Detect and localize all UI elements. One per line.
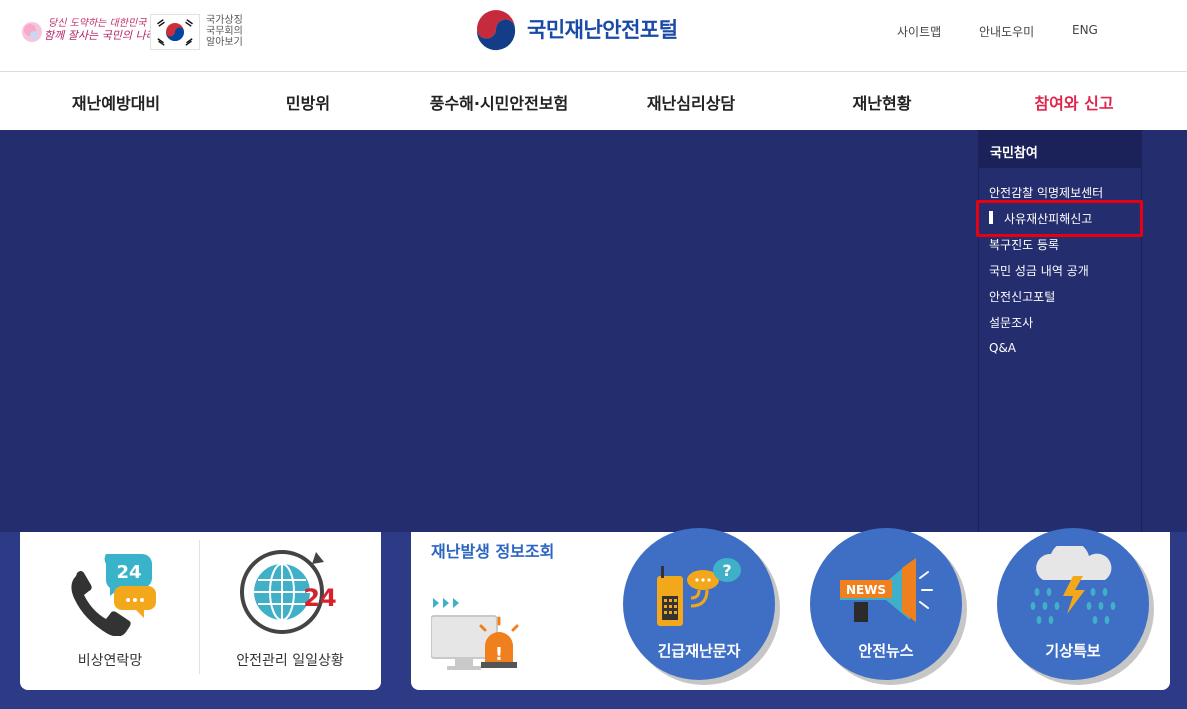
nav-disaster-counseling[interactable]: 재난심리상담 xyxy=(647,90,735,114)
circle-label: 긴급재난문자 xyxy=(657,642,741,660)
nav-disaster-prevention[interactable]: 재난예방대비 xyxy=(72,90,160,114)
emergency-contact-link[interactable]: 비상연락망 xyxy=(78,650,142,670)
government-logo-icon[interactable] xyxy=(474,9,518,53)
slogan-line-2: 함께 잘사는 국민의 나라 xyxy=(44,29,156,42)
nav-disaster-status[interactable]: 재난현황 xyxy=(853,90,912,114)
submenu-item-donation-disclosure[interactable]: 국민 성금 내역 공개 xyxy=(989,262,1089,279)
daily-safety-status-link[interactable]: 안전관리 일일상황 xyxy=(236,650,344,670)
submenu-item-safety-report-portal[interactable]: 안전신고포털 xyxy=(989,288,1055,305)
submenu-participation: 국민참여 안전감찰 익명제보센터 사유재산피해신고 복구진도 등록 국민 성금 … xyxy=(978,130,1142,532)
globe-24-icon: 24 xyxy=(240,550,337,634)
circle-label: 안전뉴스 xyxy=(858,642,914,660)
submenu-item-qna[interactable]: Q&A xyxy=(989,341,1016,355)
nav-storm-insurance[interactable]: 풍수해·시민안전보험 xyxy=(430,90,569,114)
svg-text:!: ! xyxy=(495,644,503,665)
emblem-text-line: 국가상징 xyxy=(206,15,243,26)
quick-links-card: 24 비상연락망 24 안전관리 일일상황 xyxy=(20,532,381,690)
svg-text:?: ? xyxy=(722,561,731,580)
submenu-item-survey[interactable]: 설문조사 xyxy=(989,314,1033,331)
megaphone-icon: NEWS xyxy=(840,558,933,622)
emblem-text-line: 알아보기 xyxy=(206,37,243,48)
government-slogan-logo[interactable]: 당신 도약하는 대한민국 함께 잘사는 국민의 나라 xyxy=(20,14,156,48)
submenu-heading-bar: 국민참여 xyxy=(979,130,1141,168)
national-symbol-link[interactable]: 국가상징 국무회의 알아보기 xyxy=(206,15,243,48)
disaster-info-title: 재난발생 정보조회 xyxy=(431,542,555,561)
circle-label: 기상특보 xyxy=(1045,642,1101,660)
english-link[interactable]: ENG xyxy=(1072,23,1098,37)
weather-warning-button[interactable]: 기상특보 xyxy=(997,528,1149,680)
slogan-swirl-icon xyxy=(22,22,42,42)
nav-participation-report[interactable]: 참여와 신고 xyxy=(1034,90,1113,114)
main-navigation: 재난예방대비 민방위 풍수해·시민안전보험 재난심리상담 재난현황 참여와 신고 xyxy=(0,72,1187,130)
emergency-disaster-sms-button[interactable]: ? 긴급재난문자 xyxy=(623,528,775,680)
radio-chat-icon: ? xyxy=(657,558,741,626)
taegukgi-icon xyxy=(157,19,193,46)
card-divider xyxy=(199,540,200,674)
phone-chat-icon: 24 xyxy=(71,554,156,636)
national-flag-emblem[interactable] xyxy=(150,14,200,50)
highlight-box xyxy=(976,200,1143,237)
nav-civil-defense[interactable]: 민방위 xyxy=(286,90,330,114)
disaster-info-card: 재난발생 정보조회 ! ? 긴급재난문자 NEWS 안전뉴스 기상특보 xyxy=(411,528,1170,690)
sitemap-link[interactable]: 사이트맵 xyxy=(897,23,941,40)
emblem-text-line: 국무회의 xyxy=(206,26,243,37)
safety-news-button[interactable]: NEWS 안전뉴스 xyxy=(810,528,962,680)
storm-cloud-icon xyxy=(1030,546,1116,624)
monitor-alarm-icon: ! xyxy=(431,598,519,670)
site-header: 당신 도약하는 대한민국 함께 잘사는 국민의 나라 국가상징 국무회의 알아보… xyxy=(0,0,1187,72)
news-badge-text: NEWS xyxy=(846,583,886,597)
submenu-item-anonymous-report[interactable]: 안전감찰 익명제보센터 xyxy=(989,184,1103,201)
badge-24-text: 24 xyxy=(303,584,336,612)
badge-24-text: 24 xyxy=(116,562,141,583)
submenu-heading[interactable]: 국민참여 xyxy=(990,142,1038,161)
submenu-item-recovery-progress[interactable]: 복구진도 등록 xyxy=(989,236,1059,253)
site-title[interactable]: 국민재난안전포털 xyxy=(527,14,678,44)
guide-helper-link[interactable]: 안내도우미 xyxy=(979,23,1034,40)
